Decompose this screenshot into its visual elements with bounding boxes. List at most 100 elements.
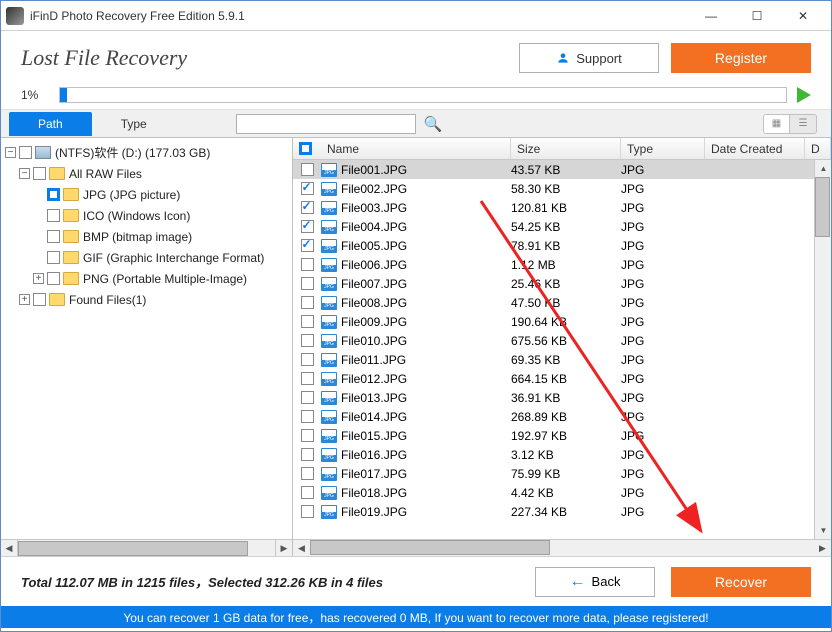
file-checkbox[interactable]	[301, 372, 314, 385]
search-input[interactable]	[236, 114, 416, 134]
file-row[interactable]: File007.JPG25.46 KBJPG	[293, 274, 831, 293]
col-size[interactable]: Size	[511, 138, 621, 159]
expand-icon[interactable]: −	[5, 147, 16, 158]
file-row[interactable]: File005.JPG78.91 KBJPG	[293, 236, 831, 255]
col-name[interactable]: Name	[321, 138, 511, 159]
file-checkbox[interactable]	[301, 486, 314, 499]
expand-icon[interactable]: +	[19, 294, 30, 305]
checkbox[interactable]	[47, 188, 60, 201]
file-type: JPG	[621, 163, 705, 177]
tree-h-scrollbar[interactable]: ◀ ▶	[1, 539, 292, 556]
select-all-checkbox[interactable]	[299, 142, 312, 155]
checkbox[interactable]	[47, 230, 60, 243]
checkbox[interactable]	[47, 272, 60, 285]
file-row[interactable]: File008.JPG47.50 KBJPG	[293, 293, 831, 312]
play-icon[interactable]	[797, 87, 811, 103]
checkbox[interactable]	[47, 251, 60, 264]
file-checkbox[interactable]	[301, 448, 314, 461]
maximize-button[interactable]: ☐	[734, 2, 780, 30]
tree-found[interactable]: + Found Files(1)	[1, 289, 292, 310]
file-row[interactable]: File013.JPG36.91 KBJPG	[293, 388, 831, 407]
file-row[interactable]: File010.JPG675.56 KBJPG	[293, 331, 831, 350]
register-button[interactable]: Register	[671, 43, 811, 73]
scroll-left-icon[interactable]: ◀	[293, 540, 310, 556]
scroll-down-icon[interactable]: ▼	[815, 522, 831, 539]
file-row[interactable]: File006.JPG1.12 MBJPG	[293, 255, 831, 274]
file-checkbox[interactable]	[301, 163, 314, 176]
file-checkbox[interactable]	[301, 182, 314, 195]
file-checkbox[interactable]	[301, 505, 314, 518]
expand-icon[interactable]: +	[33, 273, 44, 284]
close-button[interactable]: ✕	[780, 2, 826, 30]
file-checkbox[interactable]	[301, 429, 314, 442]
tree-label: Found Files(1)	[69, 293, 146, 307]
col-d[interactable]: D	[805, 138, 831, 159]
tree-ico[interactable]: ICO (Windows Icon)	[1, 205, 292, 226]
minimize-button[interactable]: —	[688, 2, 734, 30]
tree-label: (NTFS)软件 (D:) (177.03 GB)	[55, 144, 210, 161]
support-button[interactable]: Support	[519, 43, 659, 73]
file-checkbox[interactable]	[301, 296, 314, 309]
file-checkbox[interactable]	[301, 220, 314, 233]
tab-type[interactable]: Type	[92, 112, 176, 136]
file-checkbox[interactable]	[301, 201, 314, 214]
file-row[interactable]: File016.JPG3.12 KBJPG	[293, 445, 831, 464]
col-type[interactable]: Type	[621, 138, 705, 159]
scroll-thumb[interactable]	[815, 177, 830, 237]
file-row[interactable]: File014.JPG268.89 KBJPG	[293, 407, 831, 426]
back-button[interactable]: ← Back	[535, 567, 655, 597]
file-checkbox[interactable]	[301, 258, 314, 271]
view-grid-button[interactable]: ▦	[764, 115, 790, 133]
tree-png[interactable]: + PNG (Portable Multiple-Image)	[1, 268, 292, 289]
tree-jpg[interactable]: JPG (JPG picture)	[1, 184, 292, 205]
checkbox[interactable]	[33, 293, 46, 306]
file-checkbox[interactable]	[301, 334, 314, 347]
scroll-right-icon[interactable]: ▶	[814, 540, 831, 556]
checkbox[interactable]	[33, 167, 46, 180]
list-v-scrollbar[interactable]: ▲ ▼	[814, 160, 831, 539]
file-row[interactable]: File011.JPG69.35 KBJPG	[293, 350, 831, 369]
file-row[interactable]: File004.JPG54.25 KBJPG	[293, 217, 831, 236]
list-h-scrollbar[interactable]: ◀ ▶	[293, 539, 831, 556]
file-checkbox[interactable]	[301, 315, 314, 328]
file-checkbox[interactable]	[301, 410, 314, 423]
file-checkbox[interactable]	[301, 467, 314, 480]
file-size: 1.12 MB	[511, 258, 621, 272]
file-row[interactable]: File009.JPG190.64 KBJPG	[293, 312, 831, 331]
file-row[interactable]: File018.JPG4.42 KBJPG	[293, 483, 831, 502]
col-date[interactable]: Date Created	[705, 138, 805, 159]
scroll-thumb[interactable]	[310, 540, 550, 555]
file-row[interactable]: File012.JPG664.15 KBJPG	[293, 369, 831, 388]
scroll-right-icon[interactable]: ▶	[275, 540, 292, 557]
scroll-up-icon[interactable]: ▲	[815, 160, 831, 177]
file-row[interactable]: File001.JPG43.57 KBJPG	[293, 160, 831, 179]
file-row[interactable]: File017.JPG75.99 KBJPG	[293, 464, 831, 483]
checkbox[interactable]	[47, 209, 60, 222]
header: Lost File Recovery Support Register	[1, 31, 831, 81]
file-checkbox[interactable]	[301, 277, 314, 290]
tree-gif[interactable]: GIF (Graphic Interchange Format)	[1, 247, 292, 268]
tree-drive[interactable]: − (NTFS)软件 (D:) (177.03 GB)	[1, 142, 292, 163]
tree: − (NTFS)软件 (D:) (177.03 GB) − All RAW Fi…	[1, 138, 292, 314]
tree-bmp[interactable]: BMP (bitmap image)	[1, 226, 292, 247]
file-checkbox[interactable]	[301, 353, 314, 366]
file-type: JPG	[621, 201, 705, 215]
file-row[interactable]: File002.JPG58.30 KBJPG	[293, 179, 831, 198]
search-icon[interactable]: 🔍	[424, 115, 443, 133]
scroll-thumb[interactable]	[18, 541, 248, 556]
file-size: 227.34 KB	[511, 505, 621, 519]
tree-raw[interactable]: − All RAW Files	[1, 163, 292, 184]
view-list-button[interactable]: ☰	[790, 115, 816, 133]
expand-icon[interactable]: −	[19, 168, 30, 179]
file-row[interactable]: File015.JPG192.97 KBJPG	[293, 426, 831, 445]
tab-path[interactable]: Path	[9, 112, 92, 136]
file-checkbox[interactable]	[301, 391, 314, 404]
file-checkbox[interactable]	[301, 239, 314, 252]
jpg-file-icon	[321, 258, 337, 272]
file-row[interactable]: File019.JPG227.34 KBJPG	[293, 502, 831, 521]
checkbox[interactable]	[19, 146, 32, 159]
jpg-file-icon	[321, 353, 337, 367]
scroll-left-icon[interactable]: ◀	[1, 540, 18, 557]
file-row[interactable]: File003.JPG120.81 KBJPG	[293, 198, 831, 217]
recover-button[interactable]: Recover	[671, 567, 811, 597]
